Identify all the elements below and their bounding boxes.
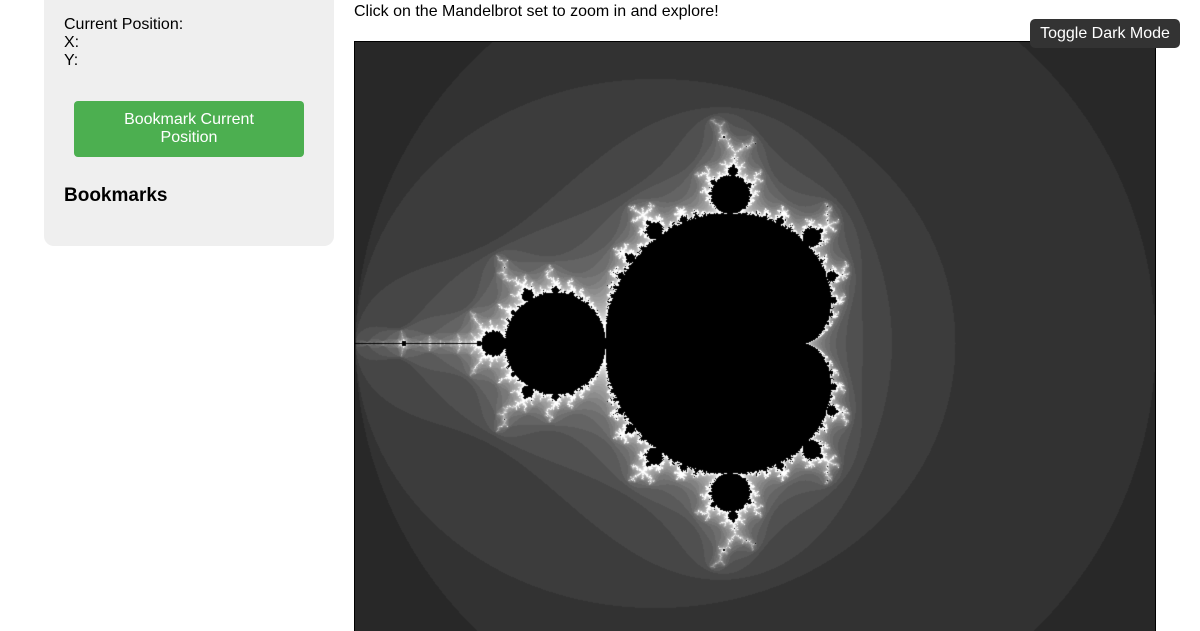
mandelbrot-canvas[interactable] (355, 42, 1155, 631)
position-x-label: X: (64, 34, 80, 51)
bookmarks-heading: Bookmarks (64, 185, 168, 206)
toggle-dark-mode-button[interactable]: Toggle Dark Mode (1030, 19, 1180, 48)
current-position-heading: Current Position: (64, 16, 184, 33)
sidebar-panel: Current Position: X: Y: Bookmark Current… (44, 0, 334, 246)
bookmark-current-position-button[interactable]: Bookmark Current Position (74, 101, 304, 157)
current-position: Current Position: X: Y: (64, 16, 183, 70)
instructions-text: Click on the Mandelbrot set to zoom in a… (354, 3, 719, 20)
position-y-label: Y: (64, 52, 79, 69)
mandelbrot-canvas-container[interactable] (354, 41, 1156, 631)
